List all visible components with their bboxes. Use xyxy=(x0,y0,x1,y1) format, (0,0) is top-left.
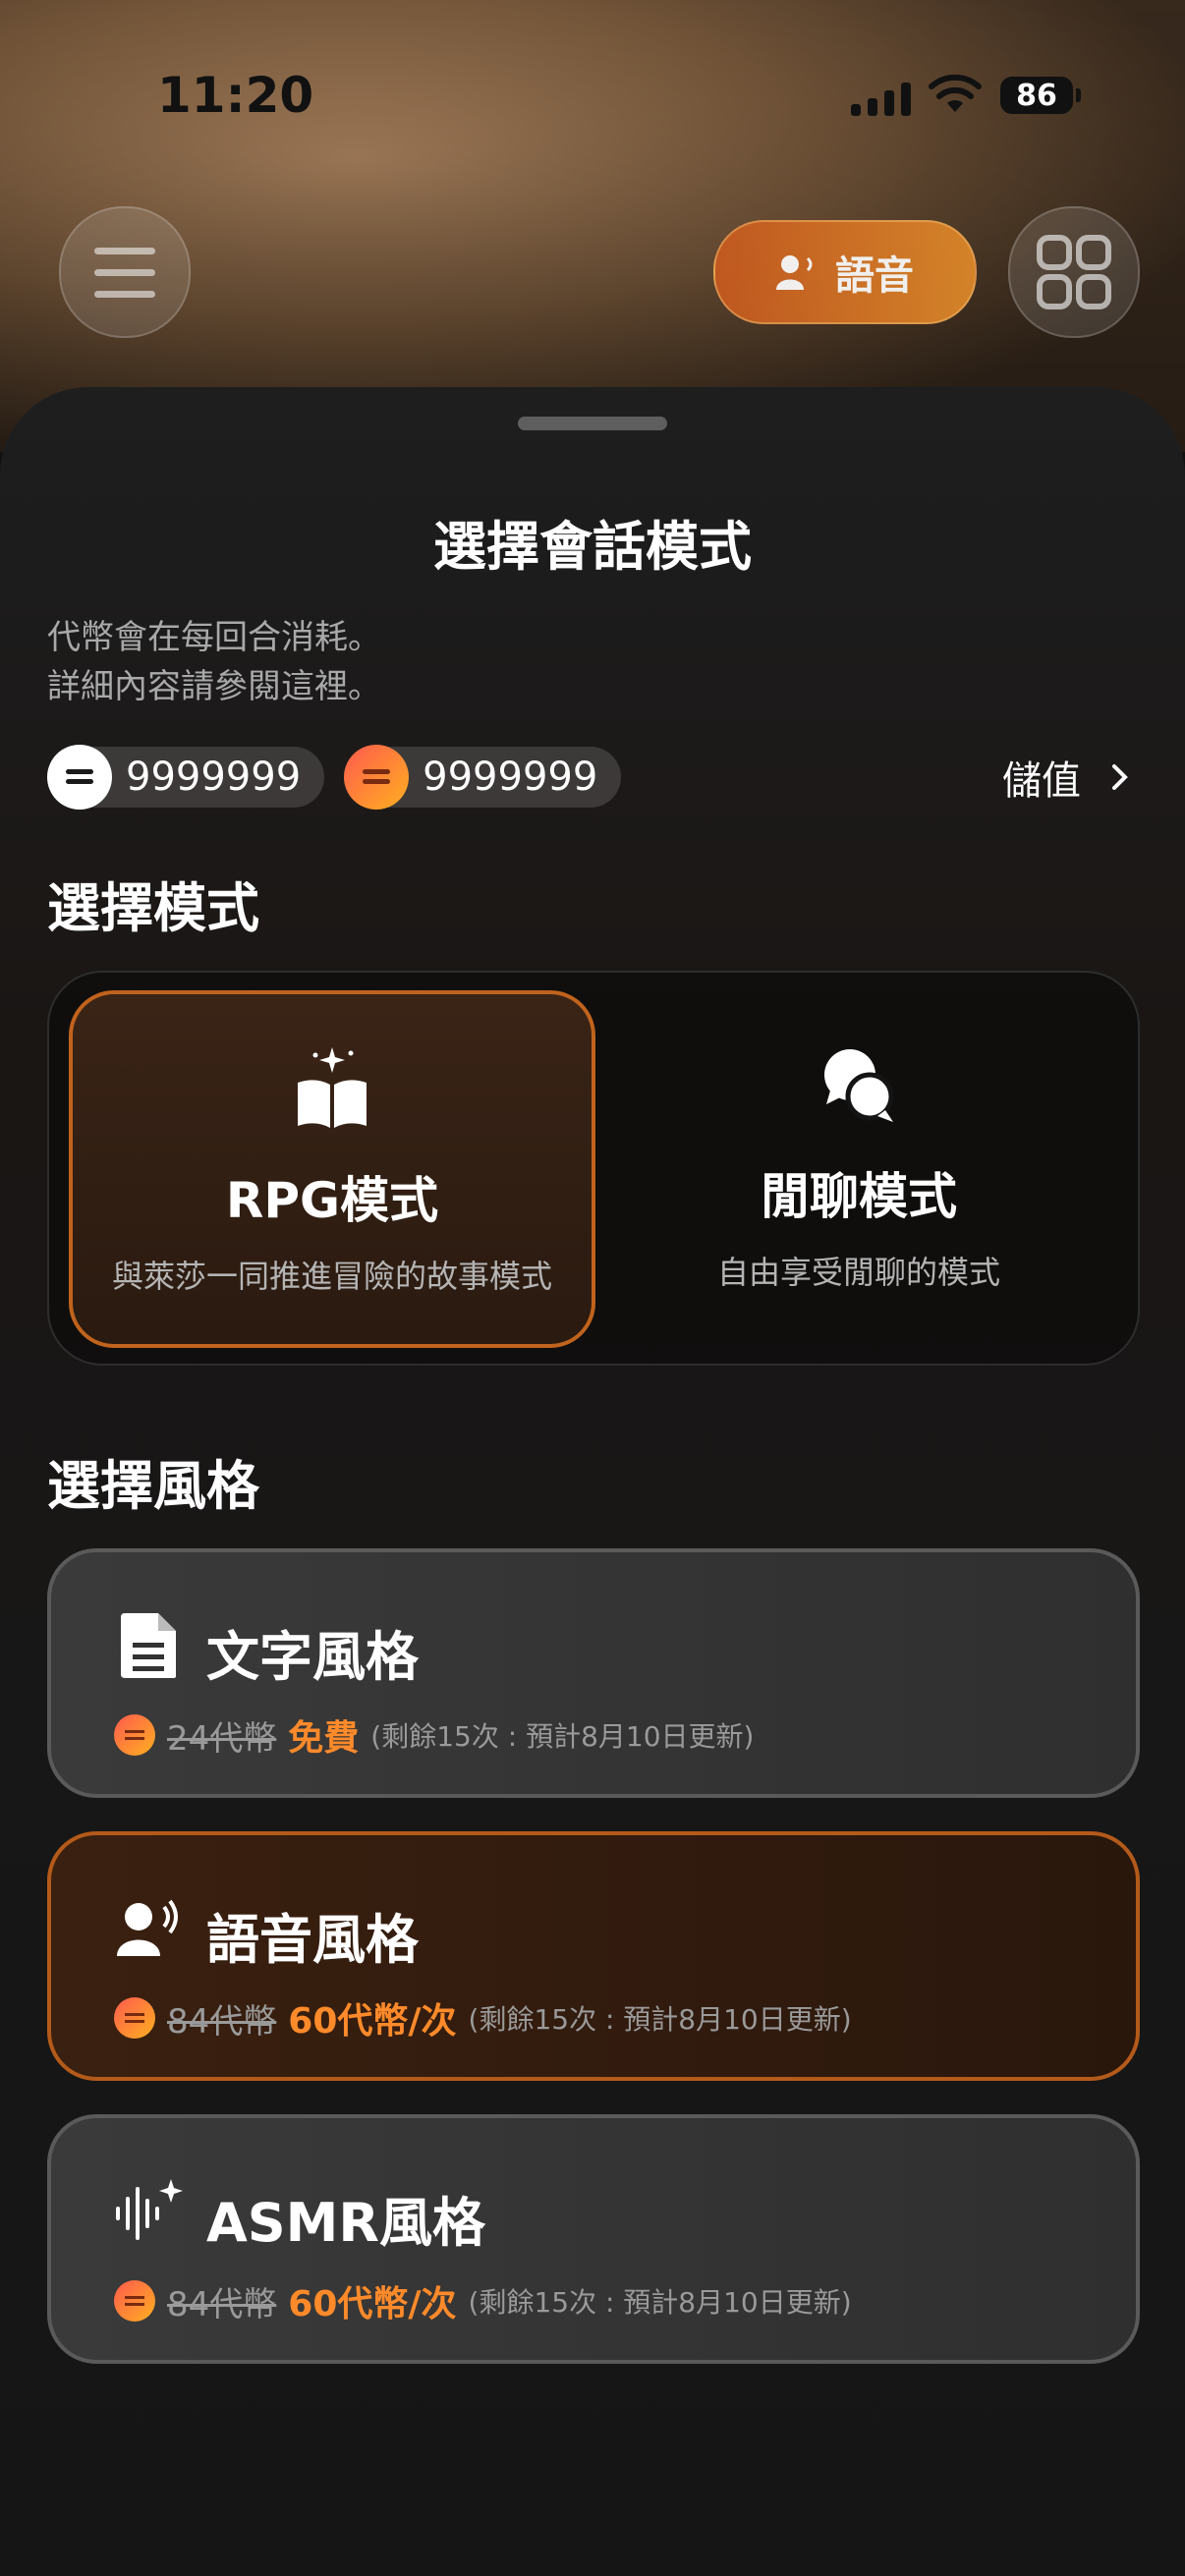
style-section-title: 選擇風格 xyxy=(47,1455,259,1517)
style-voice-price: 84代幣 60代幣/次 (剩餘15次 : 預計8月10日更新) xyxy=(114,1992,852,2044)
soundwave-sparkle-icon xyxy=(112,2175,185,2248)
chat-bubbles-icon xyxy=(599,1039,1118,1128)
grid-icon xyxy=(1037,235,1111,309)
style-asmr-price: 84代幣 60代幣/次 (剩餘15次 : 預計8月10日更新) xyxy=(114,2275,852,2326)
mode-rpg-description: 與萊莎一同推進冒險的故事模式 xyxy=(111,1258,552,1295)
style-voice-name: 語音風格 xyxy=(206,1909,419,1971)
document-icon xyxy=(112,1609,185,1682)
mode-sheet: 選擇會話模式 代幣會在每回合消耗。 詳細內容請參閱這裡。 9999999 999… xyxy=(0,387,1185,2576)
style-asmr-name: ASMR風格 xyxy=(206,2192,486,2254)
token-icon xyxy=(114,2280,155,2322)
style-voice-old-price: 84代幣 xyxy=(167,2001,277,2042)
book-sparkle-icon xyxy=(73,1043,592,1132)
token-icon xyxy=(114,1997,155,2039)
style-text-name: 文字風格 xyxy=(206,1626,419,1688)
desc-line-2[interactable]: 詳細內容請參閱這裡。 xyxy=(47,662,381,711)
speaker-person-icon xyxy=(112,1892,185,1965)
orange-coin-balance: 9999999 xyxy=(344,745,622,810)
white-token-icon xyxy=(47,745,112,810)
sheet-description: 代幣會在每回合消耗。 詳細內容請參閱這裡。 xyxy=(47,613,381,711)
mode-selector: RPG模式 與萊莎一同推進冒險的故事模式 閒聊模式 自由享受閒聊的模式 xyxy=(47,971,1140,1366)
orange-token-icon xyxy=(344,745,410,810)
token-icon xyxy=(114,1714,155,1756)
style-option-asmr[interactable]: ASMR風格 84代幣 60代幣/次 (剩餘15次 : 預計8月10日更新) xyxy=(47,2114,1140,2364)
grid-button[interactable] xyxy=(1008,206,1140,338)
white-coin-amount: 9999999 xyxy=(126,755,302,800)
sheet-handle[interactable] xyxy=(518,417,667,430)
chevron-right-icon xyxy=(1112,764,1128,790)
mode-chat-description: 自由享受閒聊的模式 xyxy=(716,1254,1000,1291)
style-option-text[interactable]: 文字風格 24代幣 免費 (剩餘15次 : 預計8月10日更新) xyxy=(47,1548,1140,1798)
style-text-note: (剩餘15次 : 預計8月10日更新) xyxy=(370,1720,755,1753)
style-asmr-old-price: 84代幣 xyxy=(167,2284,277,2324)
mode-section-title: 選擇模式 xyxy=(47,877,259,939)
style-text-price: 24代幣 免費 (剩餘15次 : 預計8月10日更新) xyxy=(114,1709,754,1761)
topup-link[interactable]: 儲值 xyxy=(1002,749,1130,806)
mode-option-rpg[interactable]: RPG模式 與萊莎一同推進冒險的故事模式 xyxy=(69,990,595,1348)
orange-coin-amount: 9999999 xyxy=(423,755,598,800)
style-asmr-new-price: 60代幣/次 xyxy=(288,2284,457,2324)
battery-icon: 86 xyxy=(1000,77,1081,114)
style-asmr-note: (剩餘15次 : 預計8月10日更新) xyxy=(468,2286,852,2319)
voice-button-label: 語音 xyxy=(835,253,914,299)
style-text-old-price: 24代幣 xyxy=(167,1718,277,1759)
white-coin-balance: 9999999 xyxy=(47,745,325,810)
desc-line-1: 代幣會在每回合消耗。 xyxy=(47,618,381,657)
menu-icon xyxy=(94,248,155,298)
style-voice-note: (剩餘15次 : 預計8月10日更新) xyxy=(468,2003,852,2036)
sheet-title: 選擇會話模式 xyxy=(433,516,752,578)
wifi-icon xyxy=(929,74,982,112)
menu-button[interactable] xyxy=(59,206,191,338)
topup-label: 儲值 xyxy=(1002,758,1081,804)
coin-balances: 9999999 9999999 xyxy=(47,745,622,810)
style-option-voice[interactable]: 語音風格 84代幣 60代幣/次 (剩餘15次 : 預計8月10日更新) xyxy=(47,1831,1140,2081)
voice-button[interactable]: 語音 xyxy=(713,220,977,324)
style-voice-new-price: 60代幣/次 xyxy=(288,2001,457,2042)
mode-option-chat[interactable]: 閒聊模式 自由享受閒聊的模式 xyxy=(599,990,1118,1340)
mode-chat-name: 閒聊模式 xyxy=(761,1168,957,1225)
mode-rpg-name: RPG模式 xyxy=(225,1172,439,1229)
signal-icon xyxy=(851,81,911,116)
style-text-new-price: 免費 xyxy=(288,1718,360,1759)
status-time: 11:20 xyxy=(157,67,314,124)
status-bar: 11:20 86 xyxy=(0,67,1185,126)
speaker-person-icon xyxy=(776,255,813,290)
